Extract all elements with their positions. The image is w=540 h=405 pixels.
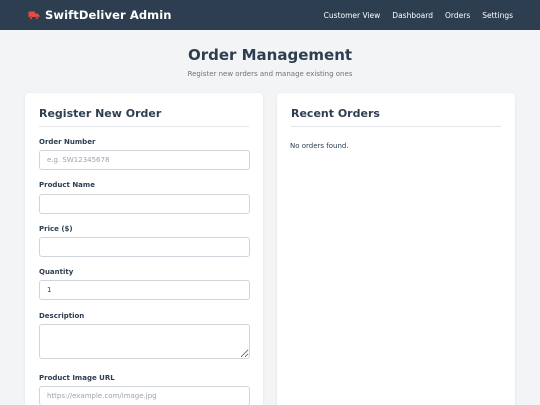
recent-orders-card: Recent Orders No orders found. [277,93,515,405]
quantity-label: Quantity [39,268,74,276]
quantity-input[interactable] [39,280,250,300]
nav-link-customer-view[interactable]: Customer View [324,11,381,20]
top-navbar: SwiftDeliver Admin Customer View Dashboa… [0,0,540,30]
brand[interactable]: SwiftDeliver Admin [28,8,172,22]
product-name-label: Product Name [39,181,95,189]
empty-orders-message: No orders found. [290,142,349,150]
nav-links: Customer View Dashboard Orders Settings [324,11,513,20]
truck-icon [28,11,40,20]
card-divider [39,126,249,127]
nav-link-settings[interactable]: Settings [482,11,513,20]
recent-orders-title: Recent Orders [291,107,380,120]
register-order-title: Register New Order [39,107,162,120]
description-label: Description [39,312,85,320]
register-order-card: Register New Order Order Number Product … [25,93,263,405]
page-subtitle: Register new orders and manage existing … [187,70,353,78]
order-number-input[interactable] [39,150,250,170]
price-input[interactable] [39,237,250,257]
nav-link-dashboard[interactable]: Dashboard [392,11,433,20]
brand-title: SwiftDeliver Admin [45,8,172,22]
description-textarea[interactable] [39,324,250,359]
order-number-label: Order Number [39,138,96,146]
nav-link-orders[interactable]: Orders [445,11,470,20]
product-name-input[interactable] [39,194,250,214]
page-title: Order Management [187,46,353,64]
image-url-input[interactable] [39,386,250,405]
image-url-label: Product Image URL [39,374,115,382]
card-divider [291,126,501,127]
price-label: Price ($) [39,225,73,233]
